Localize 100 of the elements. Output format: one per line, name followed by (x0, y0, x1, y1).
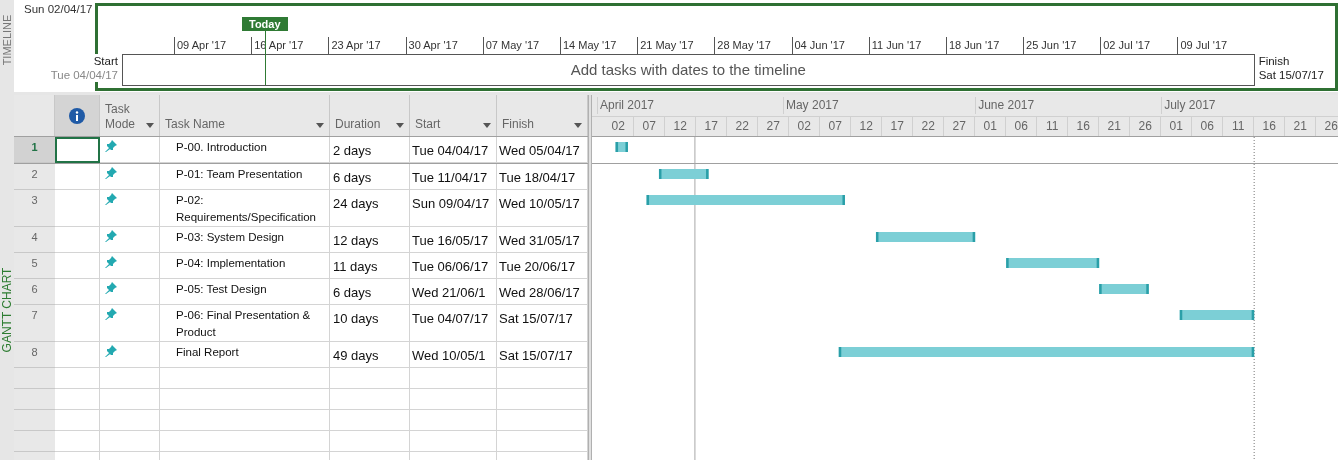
column-title: Task Name (165, 117, 226, 132)
task-bar[interactable] (615, 142, 628, 152)
row-header[interactable] (14, 431, 55, 452)
task-name: P-01: Team Presentation (176, 167, 304, 182)
empty-cell[interactable] (410, 410, 497, 431)
row-header[interactable] (14, 368, 55, 389)
empty-cell[interactable] (330, 431, 410, 452)
table-cell[interactable]: P-02: Requirements/Specification (160, 190, 330, 227)
range-start-date: Sun 02/04/17 (23, 2, 94, 17)
column-title: Start (415, 117, 441, 132)
row-number[interactable]: 7 (14, 305, 55, 342)
table-cell[interactable] (100, 190, 160, 227)
table-cell[interactable]: Tue 04/04/17 (410, 137, 497, 163)
table-cell[interactable]: P-05: Test Design (160, 279, 330, 305)
table-cell[interactable]: 6 days (330, 279, 410, 305)
table-cell[interactable] (100, 227, 160, 253)
table-cell[interactable]: 6 days (330, 164, 410, 190)
empty-cell[interactable] (160, 410, 330, 431)
task-bar[interactable] (1006, 258, 1100, 268)
row-header[interactable] (14, 410, 55, 431)
table-cell[interactable]: Tue 06/06/17 (410, 253, 497, 279)
table-cell[interactable]: P-01: Team Presentation (160, 164, 330, 190)
row-header[interactable] (14, 389, 55, 410)
caret-icon[interactable] (483, 123, 491, 128)
table-cell[interactable]: Final Report (160, 342, 330, 368)
row-number[interactable]: 3 (14, 190, 55, 227)
empty-cell[interactable] (410, 368, 497, 389)
pane-label: GANTT CHART (0, 267, 15, 353)
task-bar[interactable] (1099, 284, 1149, 294)
empty-cell[interactable] (100, 368, 160, 389)
empty-cell[interactable] (330, 389, 410, 410)
caret-icon[interactable] (574, 123, 582, 128)
day-label: 12 (851, 117, 883, 136)
table-cell[interactable]: Tue 04/07/17 (410, 305, 497, 342)
row-number[interactable]: 8 (14, 342, 55, 368)
empty-cell[interactable] (410, 431, 497, 452)
task-bar[interactable] (1179, 310, 1255, 320)
task-bar[interactable] (838, 347, 1255, 357)
table-cell[interactable] (100, 253, 160, 279)
caret-icon[interactable] (396, 123, 404, 128)
empty-cell[interactable] (100, 410, 160, 431)
table-cell[interactable]: P-00. Introduction (160, 137, 330, 163)
duration-text: 24 days (333, 196, 379, 211)
column-header[interactable]: Duration (330, 95, 410, 136)
empty-cell[interactable] (100, 431, 160, 452)
column-header[interactable]: Task Name (160, 95, 330, 136)
table-cell[interactable]: Tue 11/04/17 (410, 164, 497, 190)
empty-cell[interactable] (160, 368, 330, 389)
row-number[interactable]: 2 (14, 164, 55, 190)
empty-cell[interactable] (100, 389, 160, 410)
month-label: April 2017 (596, 97, 654, 114)
table-cell[interactable]: 11 days (330, 253, 410, 279)
table-cell[interactable]: P-06: Final Presentation & Product (160, 305, 330, 342)
day-label: 27 (758, 117, 790, 136)
table-cell[interactable]: 2 days (330, 137, 410, 163)
column-header[interactable]: Task Mode (100, 95, 160, 136)
day-label: 22 (727, 117, 759, 136)
empty-cell[interactable] (330, 410, 410, 431)
table-cell[interactable]: 10 days (330, 305, 410, 342)
task-bar[interactable] (875, 232, 976, 242)
task-bar[interactable] (646, 195, 845, 205)
empty-cell[interactable] (330, 368, 410, 389)
empty-cell[interactable] (160, 389, 330, 410)
column-title: Duration (335, 117, 381, 132)
finish-date-text: Wed 28/06/17 (499, 285, 580, 300)
row-number[interactable]: 4 (14, 227, 55, 253)
table-cell[interactable]: Tue 16/05/17 (410, 227, 497, 253)
table-cell[interactable] (100, 305, 160, 342)
row-number[interactable]: 6 (14, 279, 55, 305)
task-name: P-02: Requirements/Specification (176, 193, 317, 225)
duration-text: 11 days (333, 259, 378, 274)
row-number[interactable]: 1 (14, 137, 55, 163)
empty-cell[interactable] (410, 389, 497, 410)
table-cell[interactable] (100, 279, 160, 305)
caret-icon[interactable] (316, 123, 324, 128)
caret-icon[interactable] (146, 123, 154, 128)
table-cell[interactable]: 49 days (330, 342, 410, 368)
timeline-hint: Add tasks with dates to the timeline (570, 59, 806, 80)
table-cell[interactable] (100, 137, 160, 163)
table-cell[interactable]: P-03: System Design (160, 227, 330, 253)
table-cell[interactable]: P-04: Implementation (160, 253, 330, 279)
start-date: Tue 04/04/17 (50, 68, 118, 82)
table-cell[interactable] (100, 342, 160, 368)
column-header[interactable]: Start (410, 95, 497, 136)
day-label: 02 (603, 117, 635, 136)
start-date-text: Tue 11/04/17 (412, 170, 488, 185)
table-cell[interactable]: Wed 10/05/1 (410, 342, 497, 368)
row-number[interactable]: 5 (14, 253, 55, 279)
pane-label: TIMELINE (0, 14, 14, 66)
table-cell[interactable]: Wed 21/06/1 (410, 279, 497, 305)
task-name: P-05: Test Design (176, 282, 268, 297)
column-header[interactable] (55, 95, 100, 136)
task-bar[interactable] (658, 169, 709, 179)
timeline-bar[interactable]: Add tasks with dates to the timeline (122, 54, 1255, 86)
table-cell[interactable]: Sun 09/04/17 (410, 190, 497, 227)
table-cell[interactable]: 12 days (330, 227, 410, 253)
table-cell[interactable]: 24 days (330, 190, 410, 227)
indicator-cell[interactable] (55, 137, 100, 163)
empty-cell[interactable] (160, 431, 330, 452)
table-cell[interactable] (100, 164, 160, 190)
